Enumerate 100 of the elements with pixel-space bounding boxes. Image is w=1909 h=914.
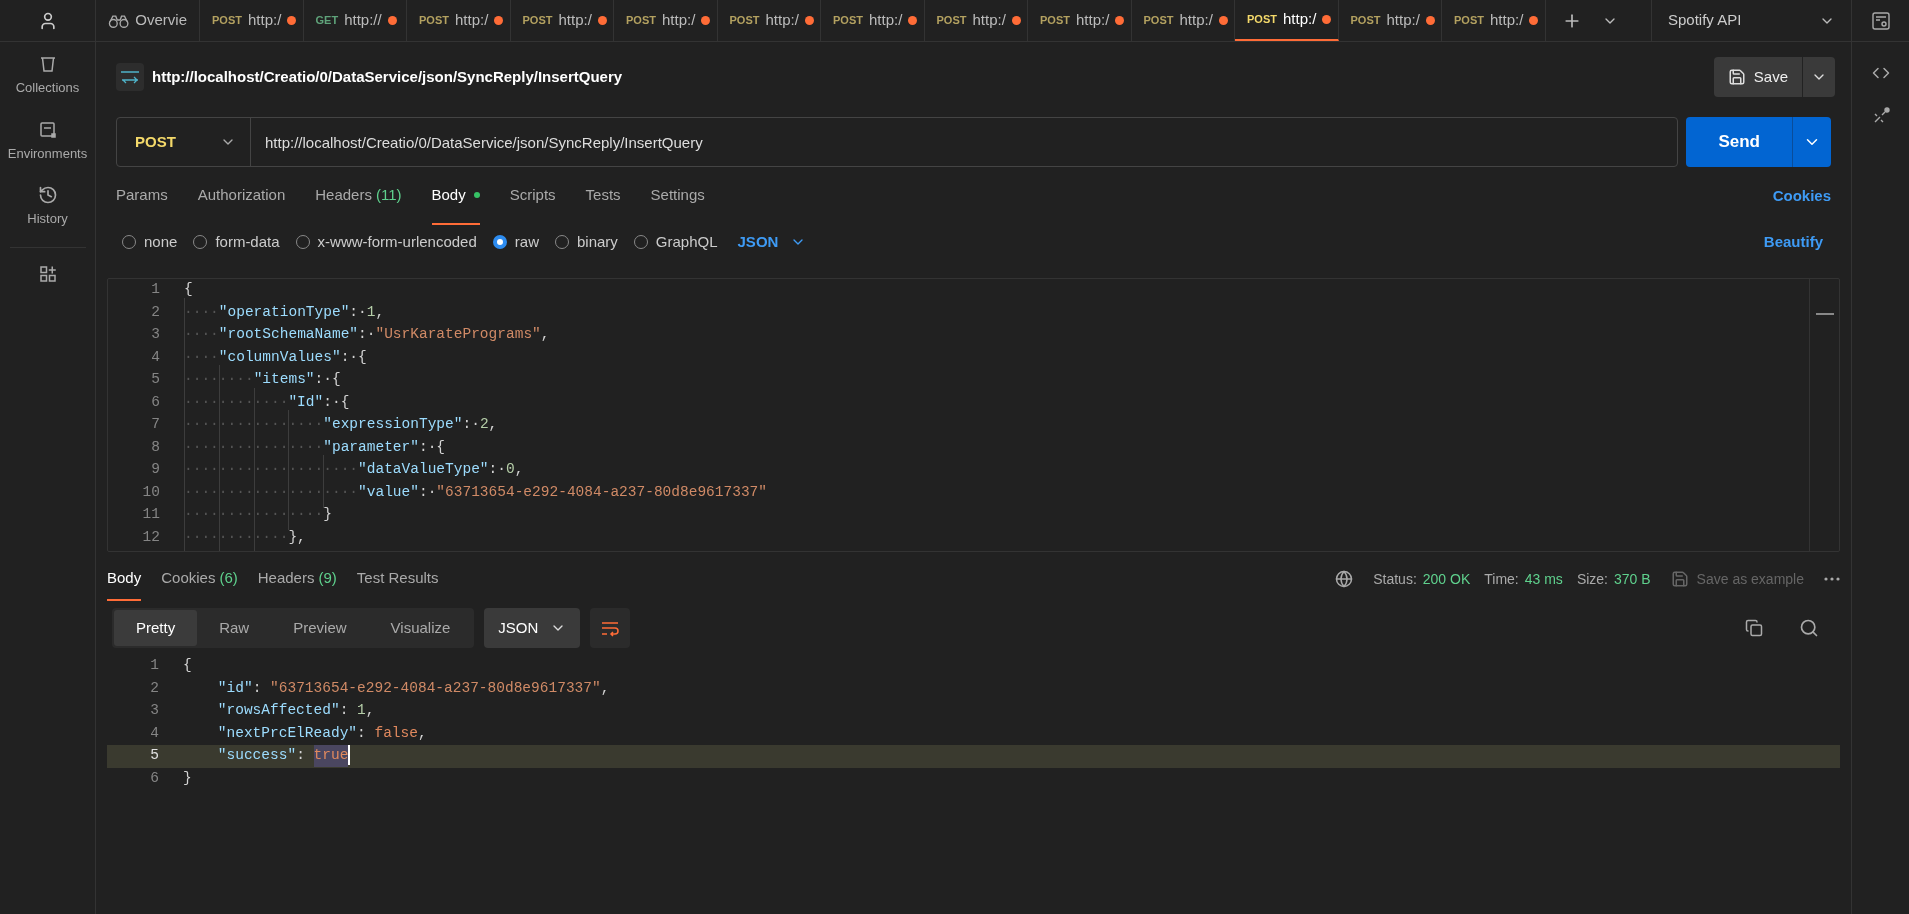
request-tab[interactable]: POST http:/ [1235,0,1339,41]
code-token: 1 [366,302,376,322]
sidebar-item[interactable]: Environments [0,107,95,173]
request-tab[interactable]: POST http:/ [614,0,718,41]
method-label: POST [1040,13,1070,29]
wrap-lines-icon[interactable] [590,608,631,648]
request-tab[interactable]: Authorization [197,167,286,225]
view-tab[interactable]: Preview [271,610,369,646]
time-label: Time: [1484,569,1519,589]
code-token: :· [462,415,480,435]
window-icon [37,119,58,140]
line-number: 7 [150,415,160,435]
copy-icon[interactable] [1745,619,1763,637]
request-tab[interactable]: POST http:/ [407,0,511,41]
view-tab[interactable]: Raw [197,610,272,646]
body-type-radio[interactable]: binary [554,230,618,254]
code-token: : [296,746,306,766]
method-label: POST [729,13,760,29]
method-label: POST [522,13,553,29]
code-token: "items" [253,370,315,390]
request-tab[interactable]: POST http:/ [1338,0,1442,41]
request-tab[interactable]: Settings [650,167,705,225]
code-token: "value" [358,482,419,502]
more-icon[interactable] [1824,577,1840,581]
code-token: "success" [216,746,297,766]
line-number: 3 [150,325,160,345]
body-type-radio[interactable]: x-www-form-urlencoded [295,230,477,254]
request-tab[interactable]: POST http:/ [510,0,614,41]
code-token: 0 [505,460,515,480]
code-token: :· [418,482,437,502]
beautify-link[interactable]: Beautify [1763,230,1823,254]
cookies-link[interactable]: Cookies [1772,184,1831,208]
request-tab[interactable]: POST http:/ [717,0,821,41]
line-number: 12 [141,527,160,547]
document-eye-icon[interactable] [1870,10,1891,31]
request-tab[interactable]: Params [116,167,168,225]
code-token: , [365,701,375,721]
request-tab[interactable]: GET http:// [303,0,407,41]
overview-tab[interactable]: Overvie [96,0,200,41]
format-select[interactable]: JSON [737,230,807,254]
code-token: "dataValueType" [358,460,489,480]
code-token: : [252,678,263,698]
request-tab[interactable]: POST http:/ [924,0,1028,41]
request-tab[interactable]: Headers (11) [315,167,402,225]
code-token: "rootSchemaName" [218,325,359,345]
body-type-radio[interactable]: none [122,230,178,254]
response-tab[interactable]: Cookies (6) [161,557,238,601]
view-tab[interactable]: Pretty [114,610,198,646]
line-number: 1 [150,280,160,300]
code-token: "id" [216,678,253,698]
request-tab[interactable]: POST http:/ [200,0,304,41]
line-number: 6 [149,768,159,788]
send-button[interactable]: Send [1686,117,1831,167]
code-token: :·{ [340,347,367,367]
request-tab[interactable]: POST http:/ [1028,0,1132,41]
method-label: POST [419,13,449,29]
url-bar[interactable]: POST http://localhost/Creatio/0/DataService/json/SyncReply/InsertQuery [116,117,1679,167]
line-number: 10 [141,482,160,502]
code-token: :· [349,302,367,322]
request-tab[interactable]: Scripts [509,167,556,225]
request-tab[interactable]: Tests [585,167,621,225]
method-select[interactable]: POST [117,118,251,166]
response-tab[interactable]: Headers (9) [257,557,337,601]
request-tab[interactable]: POST http:/ [1442,0,1546,41]
method-label: POST [833,13,863,29]
code-token: } [183,768,192,788]
response-tab[interactable]: Test Results [356,557,439,601]
sidebar-item[interactable]: Collections [0,42,95,108]
request-tab[interactable]: POST http:/ [1131,0,1235,41]
code-token: }, [288,527,306,547]
view-tab[interactable]: Visualize [368,610,473,646]
method-label: POST [212,13,242,29]
code-token: :·{ [418,437,446,457]
body-type-radio[interactable]: raw [492,230,539,254]
code-token: "operationType" [218,302,350,322]
request-tab[interactable]: POST http:/ [821,0,925,41]
code-token: false [374,723,418,743]
code-token: :· [358,325,376,345]
code-token: "parameter" [323,437,419,457]
line-number: 11 [141,505,160,525]
line-number: 4 [150,347,160,367]
search-icon[interactable] [1799,618,1819,638]
code-token: "nextPrcElReady" [216,723,358,743]
code-token: , [488,415,498,435]
status-value: 200 OK [1422,569,1471,589]
sidebar-item[interactable]: History [0,173,95,239]
code-token: "UsrKaratePrograms" [375,325,541,345]
method-label: POST [1143,13,1174,29]
line-number: 5 [150,370,160,390]
globe-icon[interactable] [1335,570,1354,588]
size-value: 370 B [1614,569,1651,589]
code-token: 2 [479,415,489,435]
workspace-select[interactable]: Spotify API [1651,0,1851,41]
response-tab[interactable]: Body [107,557,142,601]
save-button[interactable]: Save [1713,57,1835,97]
body-type-radio[interactable]: form-data [193,230,280,254]
body-type-radio[interactable]: GraphQL [633,230,718,254]
grid-plus-icon[interactable] [37,263,58,284]
request-tab[interactable]: Body [431,167,480,225]
format-select[interactable]: JSON [484,608,581,648]
